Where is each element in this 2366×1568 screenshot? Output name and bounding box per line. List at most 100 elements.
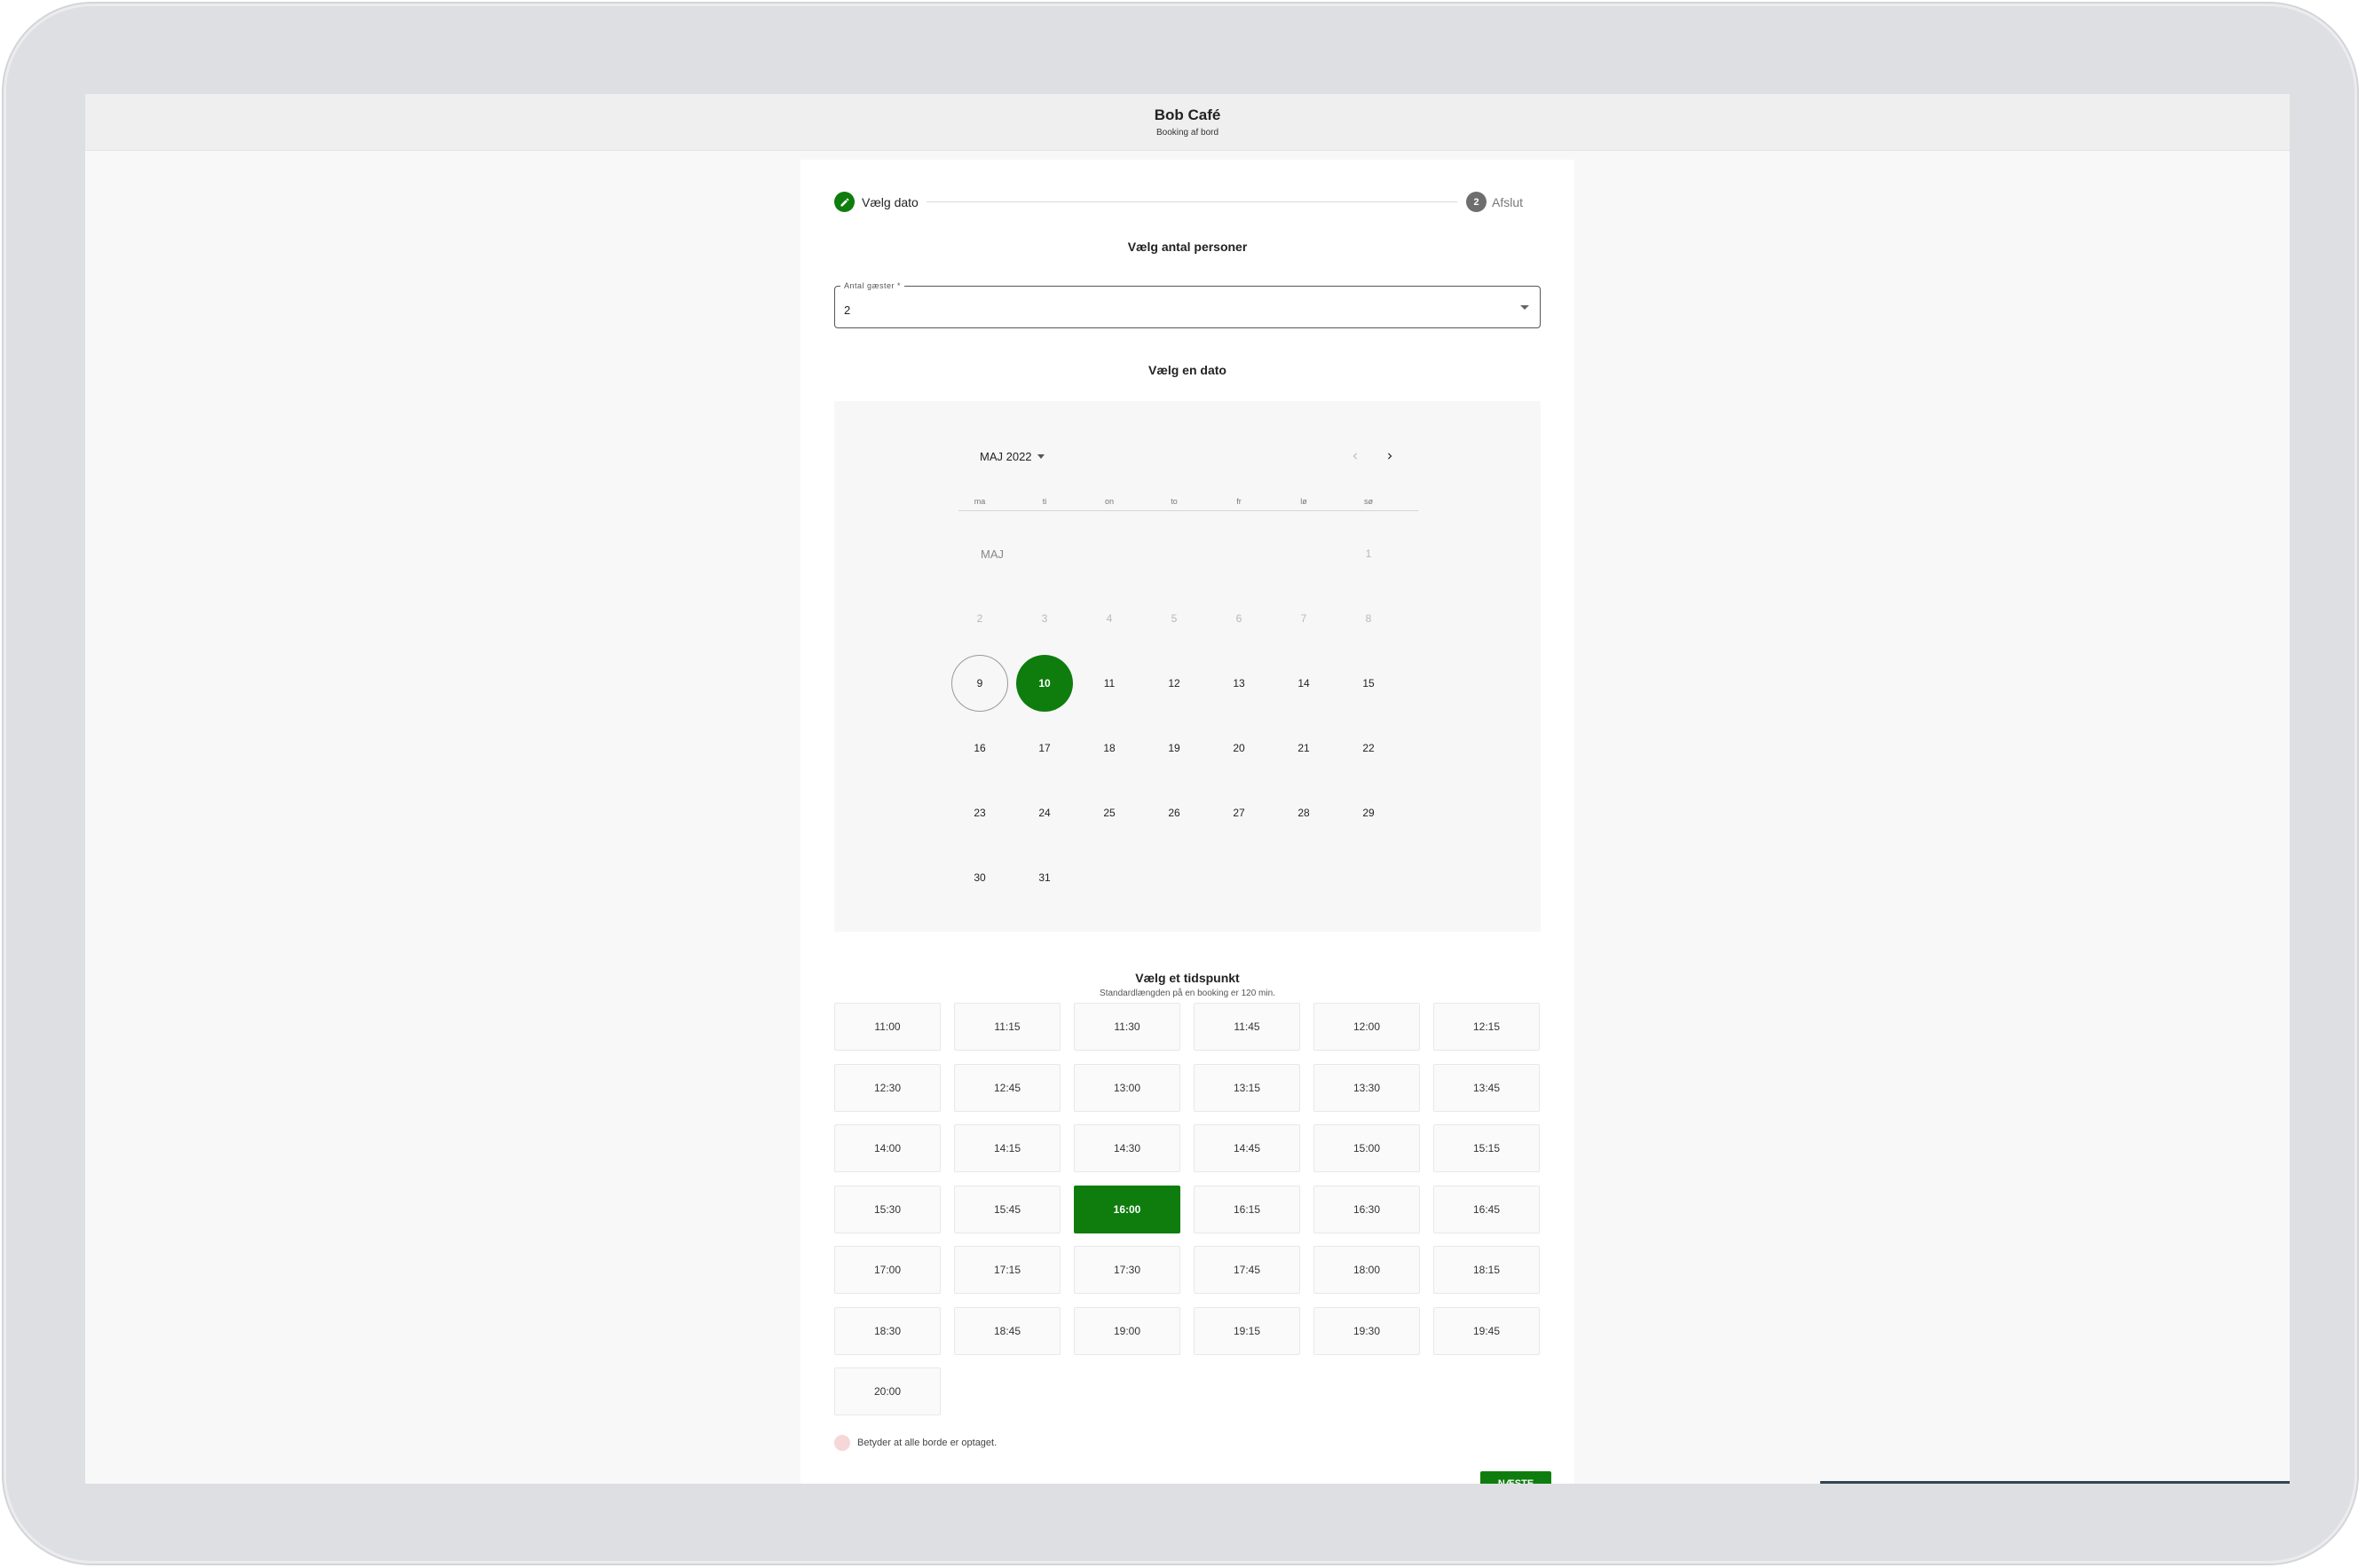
time-slot-button[interactable]: 16:30 — [1313, 1185, 1420, 1233]
time-slot-button[interactable]: 13:30 — [1313, 1063, 1420, 1112]
time-slot-button[interactable]: 18:15 — [1433, 1246, 1540, 1294]
month-section-label: MAJ — [981, 548, 1004, 561]
time-section-title: Vælg et tidspunkt — [1135, 971, 1240, 985]
time-slot-button[interactable]: 11:00 — [834, 1003, 941, 1051]
time-slot-button[interactable]: 15:30 — [834, 1185, 941, 1233]
time-slot-button[interactable]: 13:45 — [1433, 1063, 1540, 1112]
month-year-selector[interactable]: MAJ 2022 — [980, 450, 1045, 463]
guest-count-label: Antal gæster * — [840, 281, 905, 290]
calendar-day[interactable]: 10 — [1016, 655, 1073, 712]
calendar-day[interactable]: 13 — [1211, 655, 1267, 712]
calendar: MAJ 2022 ma ti on to fr lø sø MAJ 1 2 3 4 5 6 7 8 9 10 1… — [834, 401, 1541, 932]
time-slot-button[interactable]: 12:45 — [954, 1063, 1061, 1112]
calendar-day[interactable]: 28 — [1275, 784, 1332, 841]
calendar-day: 5 — [1171, 612, 1178, 625]
time-slot-button[interactable]: 14:45 — [1194, 1124, 1300, 1172]
calendar-day[interactable]: 9 — [951, 655, 1008, 712]
calendar-day[interactable]: 17 — [1016, 720, 1073, 776]
guest-count-select[interactable]: Antal gæster * 2 — [834, 281, 1541, 328]
app-screen: Bob Café Booking af bord Vælg dato 2 Afs… — [85, 94, 2290, 1484]
calendar-day: 1 — [1365, 548, 1372, 560]
booking-length-note: Standardlængden på en booking er 120 min… — [1100, 989, 1275, 998]
occupied-legend-text: Betyder at alle borde er optaget. — [857, 1438, 998, 1448]
time-slot-button[interactable]: 15:15 — [1433, 1124, 1540, 1172]
calendar-day[interactable]: 26 — [1146, 784, 1203, 841]
date-section-title: Vælg en dato — [1148, 363, 1226, 377]
time-slot-button[interactable]: 12:00 — [1313, 1003, 1420, 1051]
calendar-day: 7 — [1300, 612, 1307, 625]
calendar-day: 2 — [976, 612, 983, 625]
occupied-indicator-dot — [834, 1435, 850, 1451]
calendar-day[interactable]: 21 — [1275, 720, 1332, 776]
time-slot-button[interactable]: 16:45 — [1433, 1185, 1540, 1233]
chevron-down-icon — [1037, 454, 1045, 459]
pencil-icon — [834, 192, 855, 212]
time-slot-button[interactable]: 15:45 — [954, 1185, 1061, 1233]
calendar-day[interactable]: 23 — [951, 784, 1008, 841]
time-slot-button[interactable]: 13:00 — [1074, 1063, 1180, 1112]
time-slot-button[interactable]: 19:45 — [1433, 1306, 1540, 1355]
time-slot-button[interactable]: 11:30 — [1074, 1003, 1180, 1051]
time-slot-button[interactable]: 20:00 — [834, 1367, 941, 1415]
calendar-day[interactable]: 18 — [1081, 720, 1138, 776]
time-slot-button[interactable]: 14:30 — [1074, 1124, 1180, 1172]
step-number-badge: 2 — [1466, 192, 1487, 212]
time-slot-button[interactable]: 18:30 — [834, 1306, 941, 1355]
time-slot-button[interactable]: 17:00 — [834, 1246, 941, 1294]
time-slot-button[interactable]: 19:00 — [1074, 1306, 1180, 1355]
weekday-label: ti — [1042, 497, 1047, 506]
time-slot-button[interactable]: 15:00 — [1313, 1124, 1420, 1172]
calendar-day[interactable]: 31 — [1016, 849, 1073, 906]
time-slot-button[interactable]: 16:00 — [1074, 1185, 1180, 1233]
calendar-day[interactable]: 14 — [1275, 655, 1332, 712]
calendar-day[interactable]: 11 — [1081, 655, 1138, 712]
time-slot-button[interactable]: 17:30 — [1074, 1246, 1180, 1294]
time-slot-button[interactable]: 14:15 — [954, 1124, 1061, 1172]
calendar-day: 4 — [1106, 612, 1113, 625]
next-month-button[interactable] — [1377, 444, 1402, 469]
stepper-connector — [927, 201, 1457, 202]
time-slot-button[interactable]: 18:00 — [1313, 1246, 1420, 1294]
top-bar: Bob Café Booking af bord — [85, 94, 2290, 151]
step-label-choose-date[interactable]: Vælg dato — [862, 195, 919, 209]
calendar-day[interactable]: 30 — [951, 849, 1008, 906]
bottom-indicator — [1820, 1481, 2290, 1484]
occupied-legend: Betyder at alle borde er optaget. — [834, 1435, 997, 1451]
calendar-day: 6 — [1235, 612, 1242, 625]
stepper: Vælg dato 2 Afslut — [834, 192, 1541, 213]
time-slot-button[interactable]: 18:45 — [954, 1306, 1061, 1355]
time-slot-button[interactable]: 11:15 — [954, 1003, 1061, 1051]
time-slot-button[interactable]: 13:15 — [1194, 1063, 1300, 1112]
weekday-label: to — [1171, 497, 1178, 506]
time-slot-button[interactable]: 12:15 — [1433, 1003, 1540, 1051]
time-slot-button[interactable]: 11:45 — [1194, 1003, 1300, 1051]
next-button[interactable]: NÆSTE — [1480, 1471, 1551, 1484]
calendar-day[interactable]: 24 — [1016, 784, 1073, 841]
chevron-right-icon — [1388, 453, 1392, 460]
calendar-day[interactable]: 22 — [1340, 720, 1397, 776]
calendar-day[interactable]: 20 — [1211, 720, 1267, 776]
dropdown-caret-icon — [1520, 305, 1529, 310]
weekday-label: on — [1104, 497, 1114, 506]
time-slot-button[interactable]: 16:15 — [1194, 1185, 1300, 1233]
persons-section-title: Vælg antal personer — [1127, 240, 1248, 254]
chevron-left-icon — [1353, 453, 1357, 460]
calendar-day[interactable]: 19 — [1146, 720, 1203, 776]
calendar-day: 8 — [1365, 612, 1372, 625]
time-slot-button[interactable]: 14:00 — [834, 1124, 941, 1172]
time-slot-button[interactable]: 19:30 — [1313, 1306, 1420, 1355]
weekday-label: fr — [1236, 497, 1242, 506]
time-slot-button[interactable]: 12:30 — [834, 1063, 941, 1112]
calendar-day[interactable]: 27 — [1211, 784, 1267, 841]
calendar-day[interactable]: 12 — [1146, 655, 1203, 712]
calendar-day[interactable]: 15 — [1340, 655, 1397, 712]
time-slot-button[interactable]: 19:15 — [1194, 1306, 1300, 1355]
previous-month-button[interactable] — [1343, 444, 1368, 469]
month-year-label: MAJ 2022 — [980, 450, 1032, 463]
calendar-day[interactable]: 25 — [1081, 784, 1138, 841]
calendar-day[interactable]: 16 — [951, 720, 1008, 776]
time-slot-button[interactable]: 17:15 — [954, 1246, 1061, 1294]
calendar-day[interactable]: 29 — [1340, 784, 1397, 841]
app-subtitle: Booking af bord — [1155, 128, 1219, 138]
time-slot-button[interactable]: 17:45 — [1194, 1246, 1300, 1294]
